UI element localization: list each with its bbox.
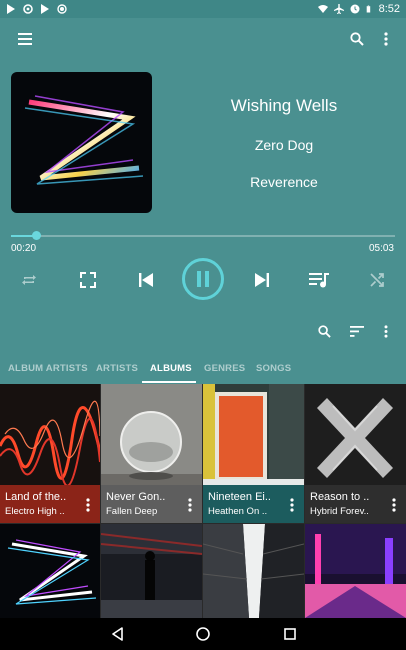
album-caption: Reason to .. Hybrid Forev..	[305, 485, 406, 523]
library-search-icon[interactable]	[313, 320, 335, 342]
pause-icon	[197, 271, 209, 287]
play-store-icon	[7, 4, 15, 14]
status-bar: 8:52	[0, 0, 406, 18]
album-card[interactable]: Reason to .. Hybrid Forev..	[305, 384, 406, 523]
album-artist: Heathen On ..	[208, 506, 268, 517]
album-caption: Land of the.. Electro High ..	[0, 485, 100, 523]
album-grid: Land of the.. Electro High .. Never Gon.…	[0, 384, 406, 618]
seek-thumb[interactable]	[32, 231, 42, 240]
album-card[interactable]	[305, 524, 406, 618]
tab-albums[interactable]: ALBUMS	[150, 363, 192, 374]
album-art[interactable]	[11, 72, 152, 213]
album-title: Nineteen Ei..	[208, 491, 271, 503]
track-album[interactable]: Reverence	[180, 174, 388, 190]
fullscreen-icon[interactable]	[76, 268, 100, 292]
skip-next-icon[interactable]	[250, 268, 274, 292]
tab-artists[interactable]: ARTISTS	[96, 363, 138, 374]
battery-icon	[366, 5, 370, 13]
status-time: 8:52	[378, 3, 400, 15]
more-vert-icon[interactable]	[392, 498, 396, 512]
album-title: Never Gon..	[106, 491, 166, 503]
album-cover	[0, 524, 100, 618]
album-card[interactable]: Land of the.. Electro High ..	[0, 384, 100, 523]
album-card[interactable]: Nineteen Ei.. Heathen On ..	[203, 384, 304, 523]
album-cover	[101, 524, 202, 618]
album-title: Reason to ..	[310, 491, 370, 503]
library-more-vert-icon[interactable]	[375, 320, 397, 342]
wifi-icon	[317, 5, 328, 13]
airplane-icon	[333, 4, 344, 14]
search-icon[interactable]	[345, 27, 369, 51]
top-toolbar	[0, 18, 406, 60]
sort-icon[interactable]	[346, 320, 368, 342]
active-tab-indicator	[142, 381, 196, 383]
album-caption: Nineteen Ei.. Heathen On ..	[203, 485, 304, 523]
more-vert-icon[interactable]	[290, 498, 294, 512]
album-artist: Fallen Deep	[106, 506, 158, 517]
album-cover	[203, 524, 304, 618]
alarm-icon	[350, 4, 360, 14]
track-title: Wishing Wells	[230, 96, 338, 115]
album-cover	[305, 524, 406, 618]
album-card[interactable]	[101, 524, 202, 618]
play-pause-button[interactable]	[182, 258, 224, 300]
queue-music-icon[interactable]	[306, 267, 332, 293]
back-icon[interactable]	[110, 626, 126, 642]
sync-icon	[23, 4, 33, 14]
total-duration: 05:03	[368, 243, 394, 254]
hamburger-menu-icon[interactable]	[13, 27, 37, 51]
track-artist[interactable]: Zero Dog	[180, 137, 388, 153]
seek-track	[11, 235, 395, 237]
seek-bar[interactable]	[11, 231, 395, 240]
tab-songs[interactable]: SONGS	[256, 363, 291, 374]
album-artist: Hybrid Forev..	[310, 506, 369, 517]
more-vert-icon[interactable]	[86, 498, 90, 512]
recents-icon[interactable]	[282, 626, 298, 642]
album-caption: Never Gon.. Fallen Deep	[101, 485, 202, 523]
album-title: Land of the..	[5, 491, 67, 503]
more-vert-icon[interactable]	[374, 27, 398, 51]
skip-previous-icon[interactable]	[134, 268, 158, 292]
music-player-screen: 8:52 Wishing Wells Zero Dog Reverence 00…	[0, 0, 406, 650]
system-nav-bar	[0, 618, 406, 650]
album-card[interactable]: Never Gon.. Fallen Deep	[101, 384, 202, 523]
album-card[interactable]	[0, 524, 100, 618]
tab-album-artists[interactable]: ALBUM ARTISTS	[8, 363, 88, 374]
library-tabs: ALBUM ARTISTS ARTISTS ALBUMS GENRES SONG…	[0, 355, 406, 383]
album-card[interactable]	[203, 524, 304, 618]
shuffle-icon[interactable]	[366, 269, 388, 291]
tab-genres[interactable]: GENRES	[204, 363, 245, 374]
repeat-icon[interactable]	[18, 269, 40, 291]
album-artist: Electro High ..	[5, 506, 65, 517]
elapsed-time: 00:20	[11, 243, 37, 254]
record-icon	[57, 4, 67, 14]
more-vert-icon[interactable]	[188, 498, 192, 512]
play-store-icon	[41, 4, 49, 14]
home-icon[interactable]	[195, 626, 211, 642]
